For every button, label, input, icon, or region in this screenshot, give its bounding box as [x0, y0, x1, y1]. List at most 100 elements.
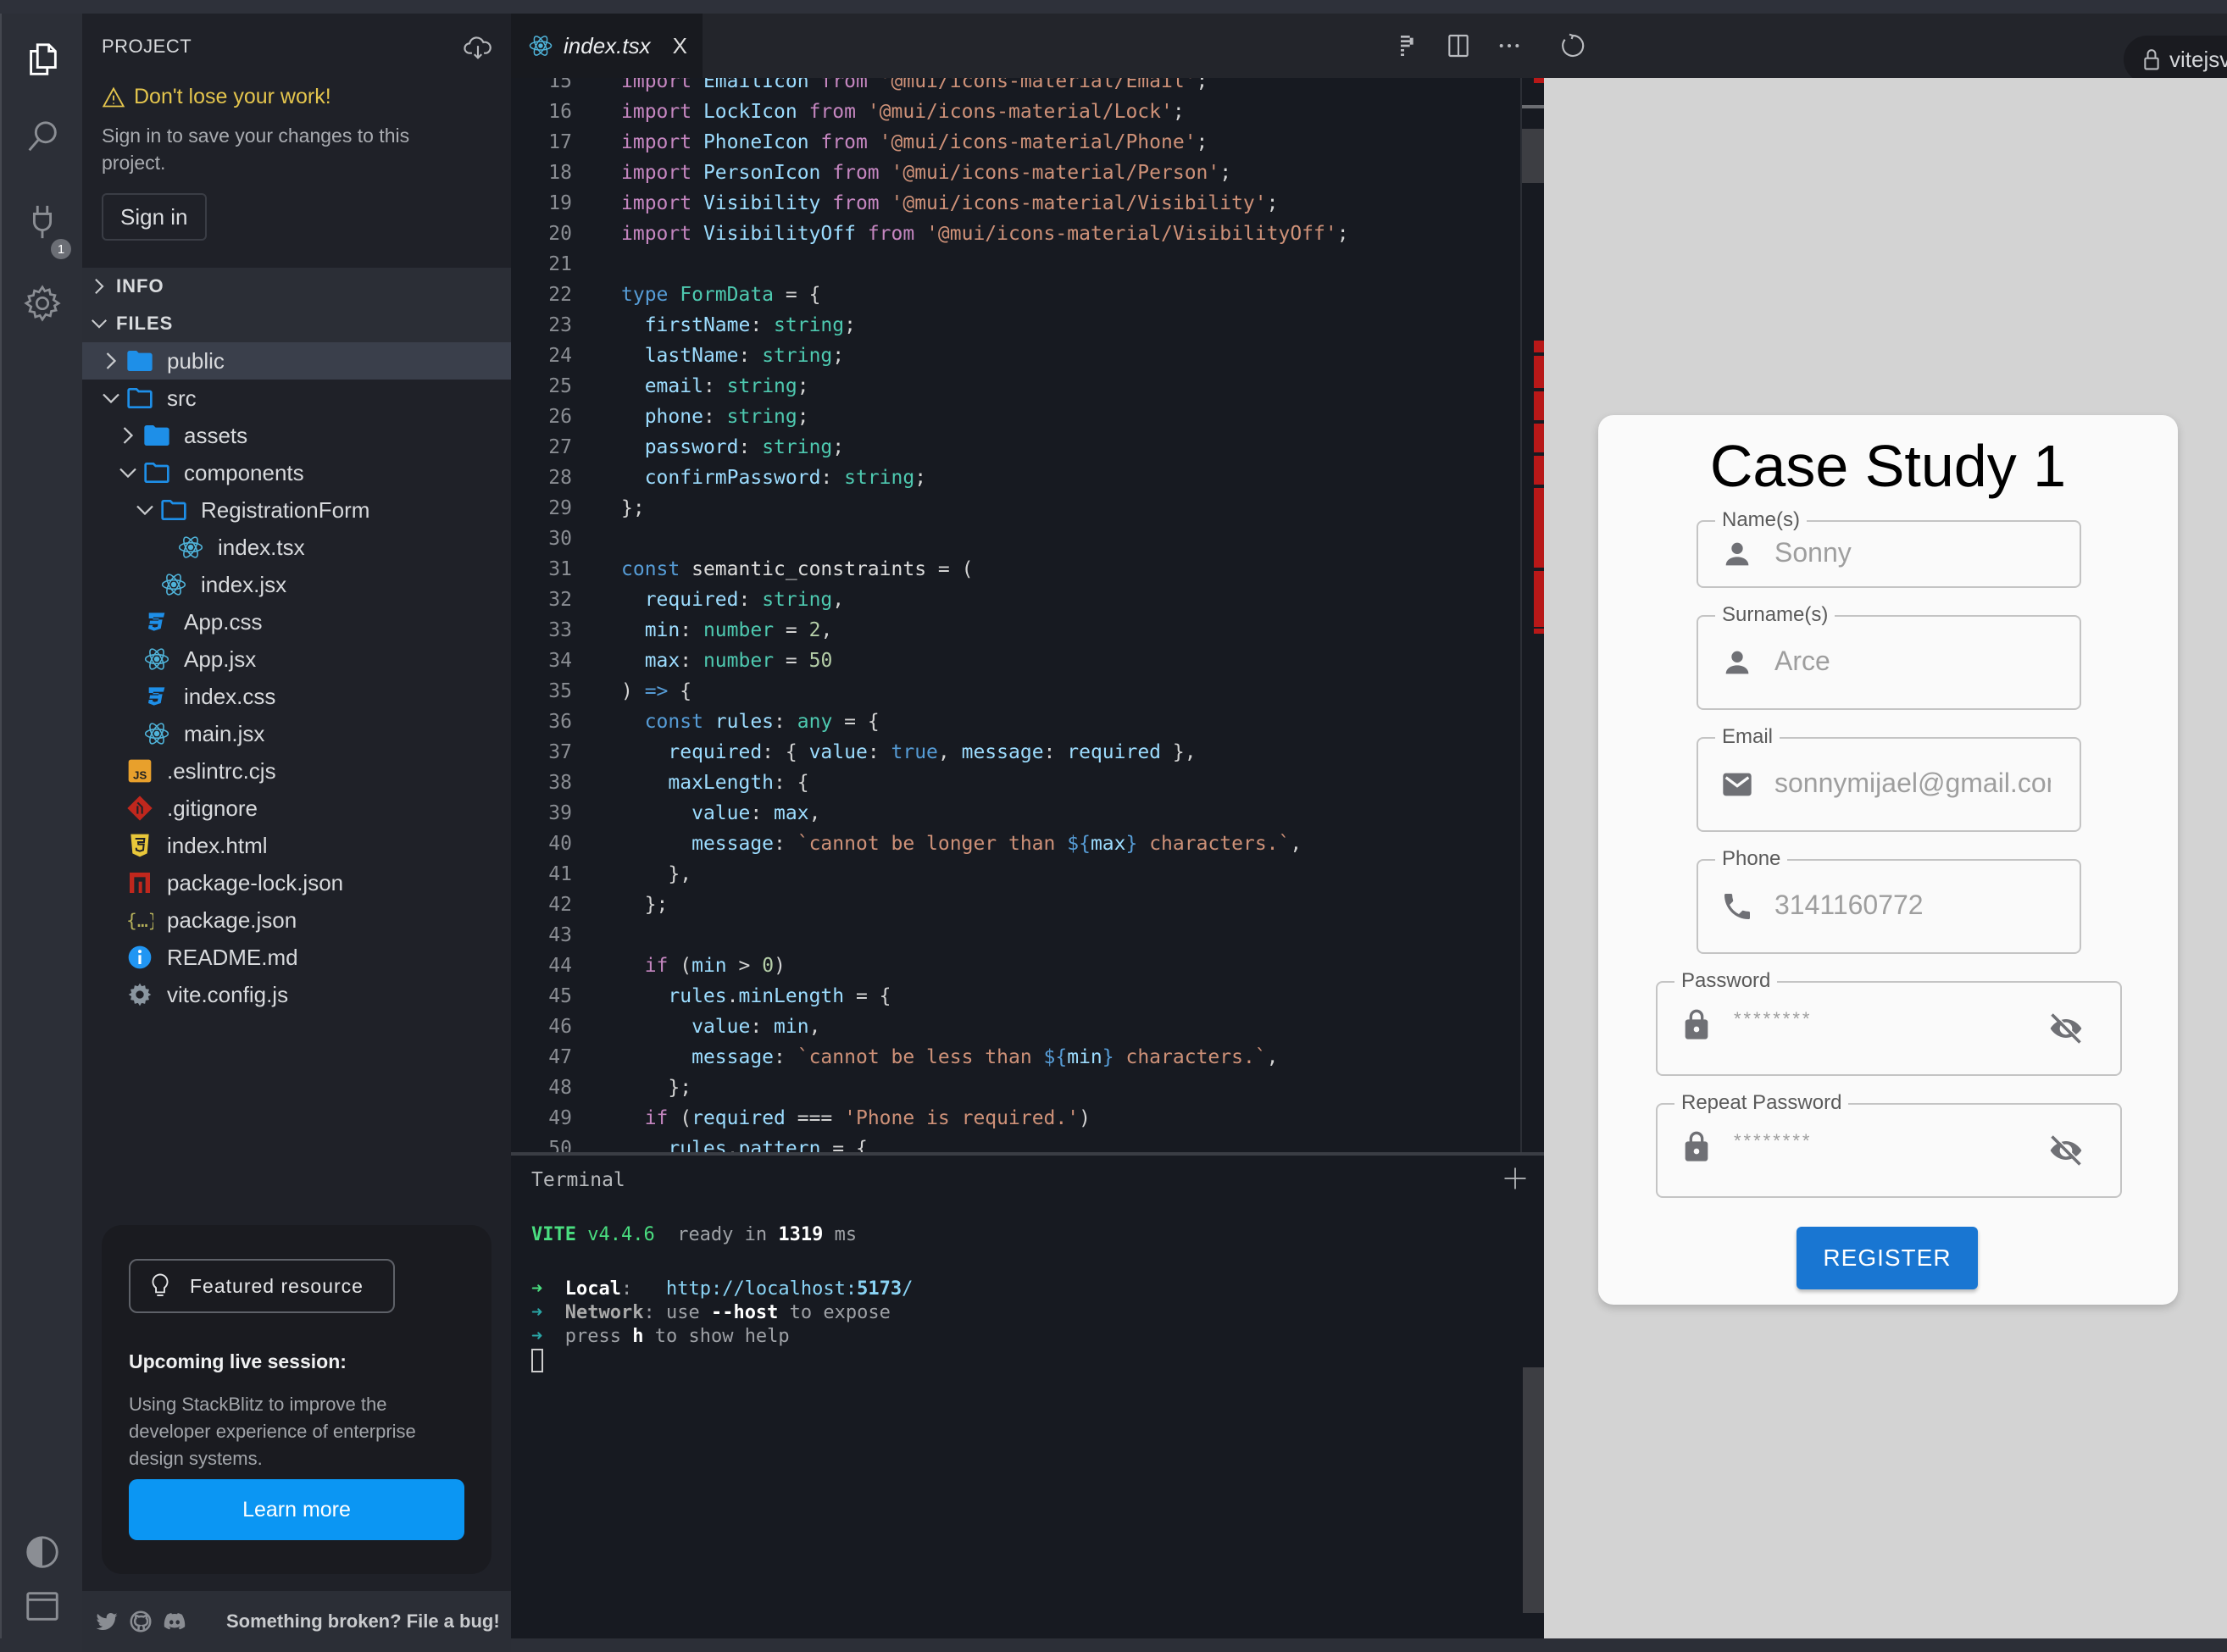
code-token: const — [644, 711, 715, 733]
surname-field[interactable]: Surname(s) Arce — [1697, 603, 2081, 710]
code-editor[interactable]: 15 import EmailIcon from '@mui/icons-mate… — [511, 78, 1544, 1152]
preview-url-bar[interactable]: vitejsvite8yphif-3kod--5173--6854296d.lo… — [2124, 36, 2227, 83]
sign-in-button[interactable]: Sign in — [102, 193, 207, 241]
code-token: message — [961, 741, 1044, 763]
tree-folder[interactable]: assets — [82, 417, 511, 454]
learn-more-button[interactable]: Learn more — [129, 1479, 464, 1540]
tree-file[interactable]: index.html — [82, 827, 511, 864]
code-token: : — [750, 314, 775, 336]
github-icon[interactable] — [128, 1609, 153, 1634]
code-token: ; — [832, 436, 845, 458]
tree-folder[interactable]: components — [82, 454, 511, 491]
reload-preview-icon[interactable] — [1558, 30, 1588, 61]
code-token: ; — [914, 467, 927, 489]
code-token: string — [762, 345, 833, 367]
line-content: import LockIcon from '@mui/icons-materia… — [621, 97, 1185, 127]
line-number: 23 — [548, 314, 572, 336]
repeat-password-field[interactable]: Repeat Password ******** — [1656, 1091, 2122, 1198]
tree-file[interactable]: index.jsx — [82, 566, 511, 603]
chevron-down-icon[interactable] — [118, 463, 138, 483]
password-field[interactable]: Password ******** — [1656, 969, 2122, 1076]
chevron-down-icon[interactable] — [101, 388, 121, 408]
discord-icon[interactable] — [162, 1609, 187, 1634]
tree-folder[interactable]: src — [82, 380, 511, 417]
explorer-files-icon[interactable] — [22, 39, 63, 80]
tree-file[interactable]: .gitignore — [82, 790, 511, 827]
code-token: , — [808, 1016, 821, 1038]
visibility-off-icon[interactable] — [2047, 1132, 2085, 1169]
visibility-off-icon[interactable] — [2047, 1010, 2085, 1047]
code-token: string — [844, 467, 915, 489]
cloud-download-icon[interactable] — [464, 34, 492, 59]
tree-file[interactable]: JS .eslintrc.cjs — [82, 752, 511, 790]
section-files[interactable]: FILES — [82, 305, 511, 342]
code-token: confirmPassword — [644, 467, 821, 489]
promo-text: Using StackBlitz to improve the develope… — [129, 1394, 416, 1469]
scrollbar-thumb[interactable] — [1522, 129, 1546, 183]
tree-folder[interactable]: RegistrationForm — [82, 491, 511, 529]
settings-gear-icon[interactable] — [22, 283, 63, 324]
phone-field[interactable]: Phone 3141160772 — [1697, 847, 2081, 954]
terminal-line: ➜ Network: use --host to expose — [531, 1301, 913, 1325]
tree-file[interactable]: package-lock.json — [82, 864, 511, 901]
name-field[interactable]: Name(s) Sonny — [1697, 508, 2081, 588]
sidebar: PROJECT Don't lose your work! Sign in to… — [82, 14, 511, 1652]
twitter-icon[interactable] — [94, 1609, 119, 1634]
unsaved-warning: Don't lose your work! — [102, 85, 331, 109]
chevron-right-icon[interactable] — [118, 425, 138, 446]
code-token: string — [726, 375, 797, 397]
new-terminal-plus-icon[interactable] — [1502, 1166, 1528, 1191]
editor-scrollbar[interactable] — [1520, 78, 1546, 1152]
terminal-token: ms — [823, 1224, 858, 1245]
register-button[interactable]: REGISTER — [1797, 1227, 1978, 1289]
section-info[interactable]: INFO — [82, 268, 511, 305]
search-icon[interactable] — [22, 117, 63, 158]
chevron-down-icon[interactable] — [135, 500, 155, 520]
tree-file[interactable]: {…} package.json — [82, 901, 511, 939]
tree-file[interactable]: README.md — [82, 939, 511, 976]
tree-file[interactable]: App.css — [82, 603, 511, 640]
more-actions-icon[interactable] — [1494, 30, 1524, 61]
prettier-format-icon[interactable] — [1392, 30, 1423, 61]
code-token: ; — [844, 314, 856, 336]
react-file-icon — [529, 36, 553, 56]
split-editor-icon[interactable] — [1443, 30, 1474, 61]
terminal-prompt[interactable] — [531, 1349, 913, 1372]
tree-file[interactable]: main.jsx — [82, 715, 511, 752]
code-token: rules — [668, 985, 727, 1007]
line-content: required: { value: true, message: requir… — [621, 737, 1196, 768]
code-token: , — [820, 619, 833, 641]
code-token: } — [1125, 833, 1138, 855]
tree-file[interactable]: App.jsx — [82, 640, 511, 678]
chevron-right-icon[interactable] — [101, 351, 121, 371]
section-files-label: FILES — [116, 313, 174, 334]
tab-index-tsx[interactable]: index.tsx X — [511, 14, 703, 78]
terminal-token: 5173 — [857, 1278, 902, 1300]
terminal-scrollbar-thumb[interactable] — [1523, 1367, 1544, 1613]
theme-toggle-icon[interactable] — [22, 1532, 63, 1572]
code-line: 17 import PhoneIcon from '@mui/icons-mate… — [511, 127, 1511, 158]
tree-file[interactable]: index.tsx — [82, 529, 511, 566]
code-token: : — [774, 1046, 797, 1068]
preview-url: vitejsvite8yphif-3kod--5173--6854296d.lo… — [2169, 46, 2227, 72]
email-field[interactable]: Email sonnymijael@gmail.com — [1697, 725, 2081, 832]
line-content: ) => { — [621, 676, 691, 707]
code-line: 22 type FormData = { — [511, 280, 1511, 310]
tree-file[interactable]: index.css — [82, 678, 511, 715]
file-bug-link[interactable]: Something broken? File a bug! — [226, 1610, 500, 1633]
code-line: 46 value: min, — [511, 1012, 1511, 1042]
code-token: semantic_constraints — [691, 558, 927, 580]
tree-file[interactable]: vite.config.js — [82, 976, 511, 1013]
tree-folder[interactable]: public — [82, 342, 511, 380]
line-content: const semantic_constraints = ( — [621, 554, 973, 585]
tab-close-icon[interactable]: X — [673, 33, 687, 59]
sidebar-title: PROJECT — [102, 36, 192, 57]
layout-panel-icon[interactable] — [22, 1586, 63, 1627]
plugin-extensions-icon[interactable] — [22, 202, 63, 242]
terminal-panel[interactable]: Terminal VITE v4.4.6 ready in 1319 ms ➜ L… — [511, 1152, 1544, 1638]
window-top-strip — [0, 0, 2227, 14]
code-token: lastName — [644, 345, 739, 367]
